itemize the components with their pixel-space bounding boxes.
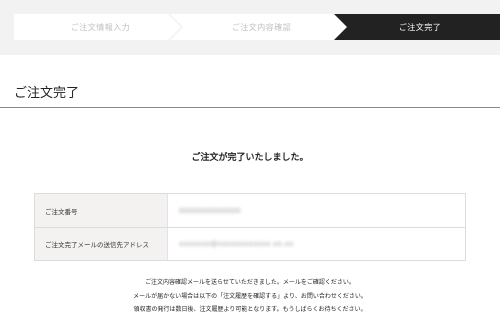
title-divider [0, 107, 500, 108]
step-order-confirm: ご注文内容確認 [170, 14, 347, 40]
note-line: 領収書の発行は数日後、注文履歴より可能となります。もうしばらくお待ちください。 [133, 306, 367, 313]
table-row: ご注文番号 0000000000000 [35, 194, 465, 227]
note-line: ご注文内容確認メールを送らせていただきました。メールをご確認ください。 [145, 279, 355, 286]
order-info-table: ご注文番号 0000000000000 ご注文完了メールの送信先アドレス xxx… [34, 193, 466, 261]
notes-block: ご注文内容確認メールを送らせていただきました。メールをご確認ください。 メールが… [0, 276, 500, 317]
order-number-value: 0000000000000 [167, 194, 465, 227]
order-number-label: ご注文番号 [35, 194, 167, 227]
email-address-value: xxxxxxx@xxxxxxxxxxxx.xx.xx [167, 228, 465, 260]
note-line: メールが届かない場合は以下の「注文履歴を確認する」より、お問い合わせください。 [133, 292, 367, 300]
email-address-label: ご注文完了メールの送信先アドレス [35, 228, 167, 260]
step-label: ご注文情報入力 [70, 22, 131, 32]
table-row: ご注文完了メールの送信先アドレス xxxxxxx@xxxxxxxxxxxx.xx… [35, 227, 465, 260]
page-title: ご注文完了 [14, 86, 80, 101]
step-label: ご注文完了 [398, 22, 442, 32]
step-label: ご注文内容確認 [231, 22, 292, 32]
order-number-text: 0000000000000 [179, 206, 241, 215]
step-order-input: ご注文情報入力 [14, 14, 181, 40]
checkout-steps: ご注文情報入力 ご注文内容確認 ご注文完了 [0, 0, 500, 55]
completion-message: ご注文が完了いたしました。 [191, 153, 309, 163]
step-order-complete: ご注文完了 [334, 14, 500, 40]
email-address-text: xxxxxxx@xxxxxxxxxxxx.xx.xx [179, 240, 294, 248]
